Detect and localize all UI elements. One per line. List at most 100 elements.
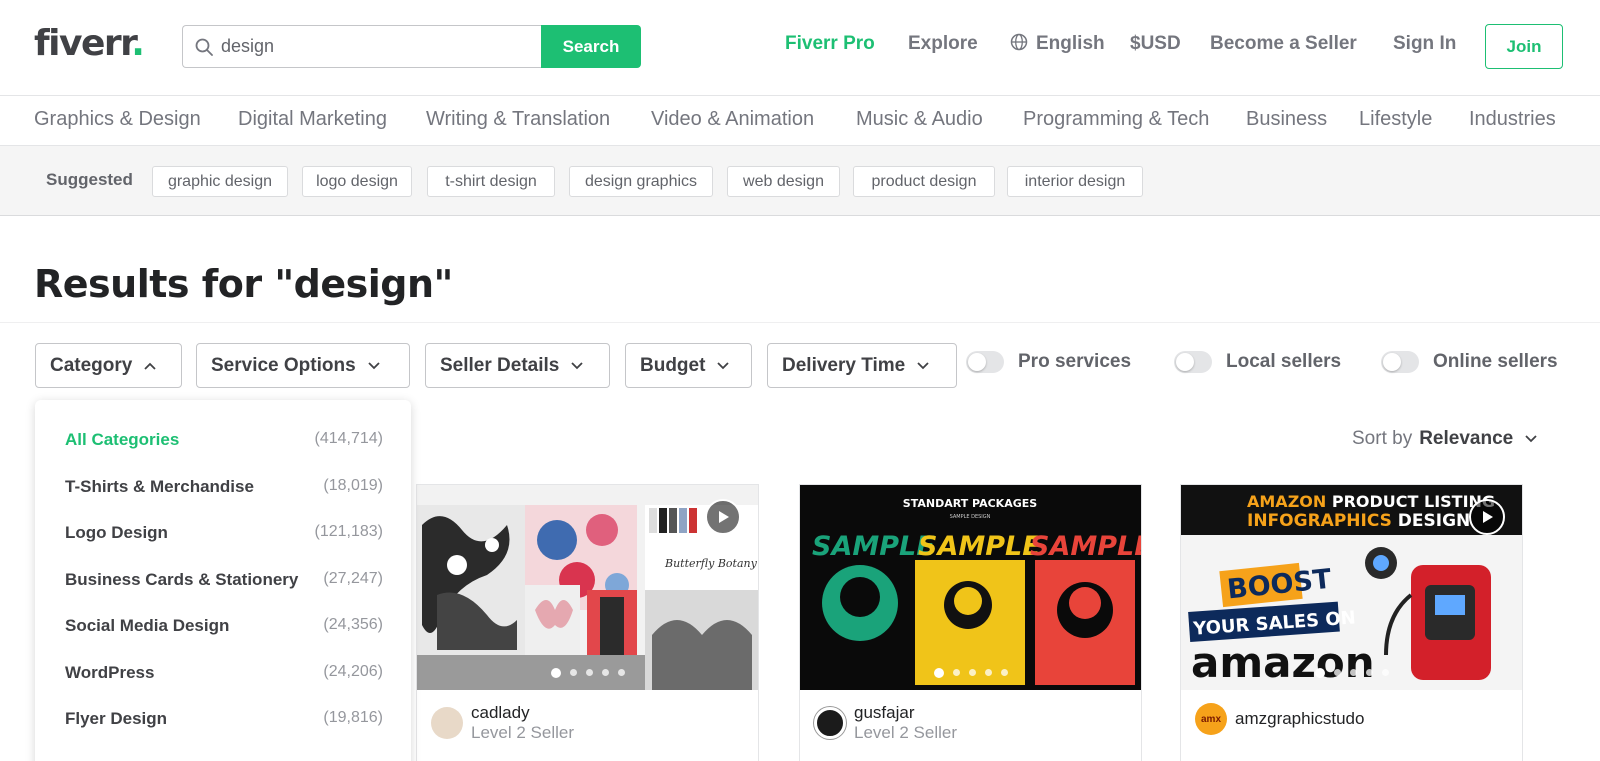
toggle-local-sellers[interactable]: Local sellers — [1174, 351, 1341, 373]
dropdown-item-logo-design[interactable]: Logo Design (121,183) — [65, 523, 383, 543]
toggle-switch[interactable] — [1174, 351, 1212, 373]
filter-service-options[interactable]: Service Options — [196, 343, 410, 388]
suggested-label: Suggested — [46, 170, 133, 189]
carousel-dots[interactable] — [800, 668, 1141, 678]
avatar[interactable] — [814, 707, 846, 739]
filter-category[interactable]: Category — [35, 343, 182, 388]
dropdown-item-count: (27,247) — [323, 570, 383, 587]
filter-service-options-label: Service Options — [211, 354, 356, 376]
dropdown-item-all-categories[interactable]: All Categories (414,714) — [65, 430, 383, 450]
dropdown-item-count: (414,714) — [314, 430, 384, 447]
search-input[interactable] — [221, 36, 521, 57]
play-icon[interactable] — [1469, 499, 1505, 535]
category-video-animation[interactable]: Video & Animation — [651, 108, 814, 131]
category-programming-tech[interactable]: Programming & Tech — [1023, 108, 1209, 131]
sort-by[interactable]: Sort by Relevance — [1352, 428, 1537, 450]
seller-info: cadlady Level 2 Seller — [431, 703, 574, 743]
svg-text:INFOGRAPHICS DESIGN: INFOGRAPHICS DESIGN — [1247, 511, 1470, 531]
search-button[interactable]: Search — [541, 25, 641, 68]
dropdown-item-business-cards[interactable]: Business Cards & Stationery (27,247) — [65, 570, 383, 590]
suggested-tag[interactable]: product design — [853, 166, 995, 197]
category-music-audio[interactable]: Music & Audio — [856, 108, 983, 131]
logo-dot: . — [131, 23, 145, 64]
seller-name[interactable]: gusfajar — [854, 703, 957, 723]
dropdown-item-tshirts[interactable]: T-Shirts & Merchandise (18,019) — [65, 477, 383, 497]
fiverr-logo[interactable]: fiverr. — [34, 22, 145, 66]
filter-seller-details[interactable]: Seller Details — [425, 343, 610, 388]
dropdown-item-label: Flyer Design — [65, 709, 168, 728]
suggested-tag[interactable]: t-shirt design — [427, 166, 555, 197]
nav-language-label: English — [1036, 33, 1105, 54]
toggle-switch[interactable] — [966, 351, 1004, 373]
toggle-pro-services[interactable]: Pro services — [966, 351, 1131, 373]
filter-seller-details-label: Seller Details — [440, 354, 560, 376]
nav-explore[interactable]: Explore — [908, 33, 978, 55]
dropdown-item-wordpress[interactable]: WordPress (24,206) — [65, 663, 383, 683]
suggested-bar: Suggested graphic design logo design t-s… — [0, 146, 1600, 216]
nav-fiverr-pro[interactable]: Fiverr Pro — [785, 33, 875, 55]
seller-name[interactable]: amzgraphicstudo — [1235, 709, 1364, 729]
filter-delivery-time-label: Delivery Time — [782, 354, 906, 376]
category-lifestyle[interactable]: Lifestyle — [1359, 108, 1432, 131]
carousel-dots[interactable] — [417, 668, 758, 678]
category-graphics-design[interactable]: Graphics & Design — [34, 108, 201, 131]
dropdown-item-count: (19,816) — [323, 709, 383, 726]
toggle-online-sellers[interactable]: Online sellers — [1381, 351, 1558, 373]
filter-budget[interactable]: Budget — [625, 343, 752, 388]
nav-become-seller[interactable]: Become a Seller — [1210, 33, 1357, 55]
dropdown-item-label: Logo Design — [65, 523, 168, 542]
thumb-word: SAMPLE — [918, 531, 1041, 562]
toggle-online-sellers-label: Online sellers — [1433, 351, 1558, 372]
dropdown-item-count: (18,019) — [323, 477, 383, 494]
search-field[interactable] — [182, 25, 541, 68]
gig-card[interactable]: Butterfly Botany cadlady Level 2 Seller — [416, 484, 759, 761]
suggested-tag[interactable]: interior design — [1007, 166, 1143, 197]
dropdown-item-social-media[interactable]: Social Media Design (24,356) — [65, 616, 383, 636]
seller-info: amx amzgraphicstudo — [1195, 703, 1364, 735]
thumb-word: SAMPLE — [812, 531, 935, 562]
carousel-dots[interactable] — [1181, 668, 1522, 678]
category-dropdown: All Categories (414,714) T-Shirts & Merc… — [35, 400, 411, 761]
nav-currency[interactable]: $USD — [1130, 33, 1181, 55]
nav-language[interactable]: English — [1010, 33, 1105, 55]
play-icon[interactable] — [705, 499, 741, 535]
thumb-caption: Butterfly Botany — [664, 557, 758, 570]
join-button[interactable]: Join — [1485, 24, 1563, 69]
suggested-tag[interactable]: graphic design — [152, 166, 288, 197]
avatar[interactable]: amx — [1195, 703, 1227, 735]
chevron-down-icon — [368, 361, 380, 370]
gig-thumbnail[interactable]: STANDART PACKAGES SAMPLE DESIGN SAMPLE S… — [800, 485, 1141, 690]
logo-text: fiverr — [34, 23, 133, 64]
chevron-up-icon — [144, 362, 156, 370]
category-business[interactable]: Business — [1246, 108, 1327, 131]
dropdown-item-label: Social Media Design — [65, 616, 230, 635]
nav-sign-in[interactable]: Sign In — [1393, 33, 1456, 55]
toggle-switch[interactable] — [1381, 351, 1419, 373]
gig-thumbnail[interactable]: AMAZON PRODUCT LISTING INFOGRAPHICS DESI… — [1181, 485, 1522, 690]
filter-delivery-time[interactable]: Delivery Time — [767, 343, 957, 388]
dropdown-item-label: WordPress — [65, 663, 155, 682]
avatar[interactable] — [431, 707, 463, 739]
filter-budget-label: Budget — [640, 354, 706, 376]
sort-value: Relevance — [1419, 428, 1514, 449]
gig-card[interactable]: STANDART PACKAGES SAMPLE DESIGN SAMPLE S… — [799, 484, 1142, 761]
seller-name[interactable]: cadlady — [471, 703, 574, 723]
dropdown-item-flyer-design[interactable]: Flyer Design (19,816) — [65, 709, 383, 729]
thumb-word: SAMPLE — [1030, 531, 1141, 562]
category-industries[interactable]: Industries — [1469, 108, 1556, 131]
category-writing-translation[interactable]: Writing & Translation — [426, 108, 610, 131]
suggested-tag[interactable]: design graphics — [569, 166, 713, 197]
suggested-tag[interactable]: logo design — [302, 166, 412, 197]
gig-thumbnail[interactable]: Butterfly Botany — [417, 485, 758, 690]
chevron-down-icon — [717, 361, 730, 370]
seller-level: Level 2 Seller — [471, 723, 575, 742]
gig-card[interactable]: AMAZON PRODUCT LISTING INFOGRAPHICS DESI… — [1180, 484, 1523, 761]
avatar-text: amx — [1200, 713, 1221, 725]
chevron-down-icon — [571, 361, 583, 370]
globe-icon — [1010, 33, 1028, 51]
suggested-tag[interactable]: web design — [727, 166, 840, 197]
toggle-local-sellers-label: Local sellers — [1226, 351, 1342, 372]
thumb-amazon: amazon — [1191, 638, 1375, 687]
category-nav: Graphics & Design Digital Marketing Writ… — [0, 96, 1600, 146]
category-digital-marketing[interactable]: Digital Marketing — [238, 108, 387, 131]
